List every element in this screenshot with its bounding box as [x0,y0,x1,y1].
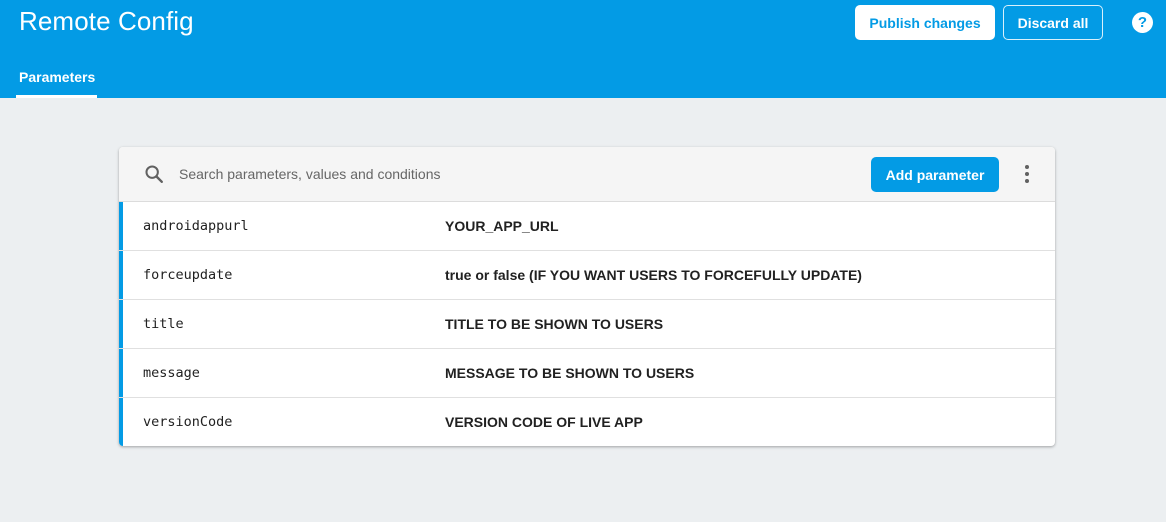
search-icon [145,165,163,183]
tab-parameters[interactable]: Parameters [16,60,97,98]
parameter-value: MESSAGE TO BE SHOWN TO USERS [445,365,695,381]
parameter-key: title [143,316,184,332]
parameter-value: TITLE TO BE SHOWN TO USERS [445,316,664,332]
parameter-value: true or false (IF YOU WANT USERS TO FORC… [445,267,862,283]
parameter-key: forceupdate [143,267,233,283]
page-title: Remote Config [19,6,194,36]
app-header: Remote Config Publish changes Discard al… [0,0,1166,98]
parameter-key: versionCode [143,414,233,430]
parameter-key: message [143,365,200,381]
parameters-toolbar: Add parameter [119,147,1055,202]
more-vert-icon[interactable] [1017,163,1037,185]
row-accent [119,398,123,446]
parameters-list: androidappurl YOUR_APP_URL forceupdate t… [119,202,1055,446]
add-parameter-button[interactable]: Add parameter [871,157,999,192]
discard-all-button[interactable]: Discard all [1003,5,1103,40]
parameters-card: Add parameter androidappurl YOUR_APP_URL… [119,147,1055,446]
row-accent [119,300,123,348]
publish-changes-button[interactable]: Publish changes [855,5,995,40]
search-input[interactable] [171,161,771,187]
tab-active-indicator [16,95,97,98]
help-icon[interactable]: ? [1132,12,1153,33]
parameter-key: androidappurl [143,218,249,234]
parameter-row[interactable]: message MESSAGE TO BE SHOWN TO USERS [119,349,1055,398]
parameter-value: VERSION CODE OF LIVE APP [445,414,643,430]
parameter-row[interactable]: versionCode VERSION CODE OF LIVE APP [119,398,1055,446]
row-accent [119,349,123,397]
parameter-value: YOUR_APP_URL [445,218,559,234]
tab-label: Parameters [19,69,96,85]
row-accent [119,202,123,250]
row-accent [119,251,123,299]
parameter-row[interactable]: androidappurl YOUR_APP_URL [119,202,1055,251]
parameter-row[interactable]: title TITLE TO BE SHOWN TO USERS [119,300,1055,349]
parameter-row[interactable]: forceupdate true or false (IF YOU WANT U… [119,251,1055,300]
